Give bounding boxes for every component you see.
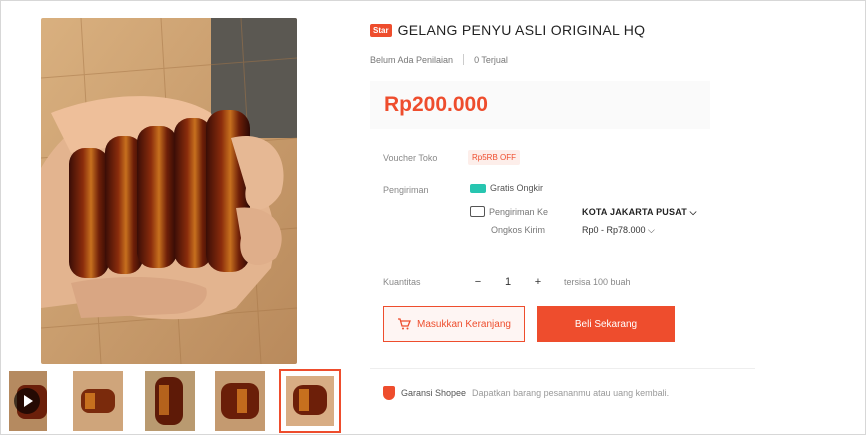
ship-to-label: Pengiriman Ke bbox=[489, 206, 549, 217]
quantity-stepper: − 1 + bbox=[463, 269, 553, 295]
thumbnail-strip bbox=[9, 369, 349, 433]
thumbnail-4[interactable] bbox=[215, 371, 265, 431]
price-box: Rp200.000 bbox=[370, 81, 710, 129]
quantity-decrease-button[interactable]: − bbox=[463, 269, 493, 295]
bracelet-photo bbox=[41, 18, 297, 364]
shield-icon bbox=[383, 386, 395, 400]
ship-to-row: Pengiriman Ke bbox=[470, 206, 548, 217]
guarantee-title: Garansi Shopee bbox=[401, 388, 467, 398]
play-icon bbox=[14, 388, 40, 414]
voucher-tag[interactable]: Rp5RB OFF bbox=[468, 150, 521, 165]
shipping-cost-dropdown[interactable]: Rp0 - Rp78.000 ⌵ bbox=[582, 225, 655, 236]
ship-to-city-dropdown[interactable]: KOTA JAKARTA PUSAT ⌵ bbox=[582, 207, 697, 218]
product-page: Star GELANG PENYU ASLI ORIGINAL HQ Belum… bbox=[0, 0, 866, 435]
buy-now-label: Beli Sekarang bbox=[574, 318, 638, 330]
quantity-input[interactable]: 1 bbox=[493, 269, 523, 295]
truck-icon bbox=[470, 206, 485, 217]
quantity-increase-button[interactable]: + bbox=[523, 269, 553, 295]
meta-divider bbox=[463, 54, 465, 65]
free-shipping-icon bbox=[470, 183, 486, 193]
stock-text: tersisa 100 buah bbox=[564, 277, 631, 287]
shopee-guarantee[interactable]: Garansi Shopee Dapatkan barang pesananmu… bbox=[383, 386, 669, 400]
thumbnail-3[interactable] bbox=[145, 371, 195, 431]
free-shipping: Gratis Ongkir bbox=[470, 183, 543, 193]
shipping-cost-label: Ongkos Kirim bbox=[491, 225, 546, 235]
divider bbox=[370, 368, 755, 369]
main-product-image[interactable] bbox=[41, 18, 297, 364]
rating-text[interactable]: Belum Ada Penilaian bbox=[370, 55, 453, 65]
product-title: GELANG PENYU ASLI ORIGINAL HQ bbox=[397, 22, 646, 38]
thumbnail-video[interactable] bbox=[9, 371, 47, 431]
thumbnail-2[interactable] bbox=[73, 371, 123, 431]
add-to-cart-button[interactable]: Masukkan Keranjang bbox=[383, 306, 525, 342]
product-meta: Belum Ada Penilaian 0 Terjual bbox=[370, 54, 508, 65]
guarantee-description: Dapatkan barang pesananmu atau uang kemb… bbox=[472, 388, 670, 398]
free-shipping-text: Gratis Ongkir bbox=[490, 183, 544, 193]
star-seller-badge: Star bbox=[370, 23, 392, 37]
shipping-label: Pengiriman bbox=[383, 185, 429, 195]
thumbnail-5-selected[interactable] bbox=[279, 369, 341, 433]
title-row: Star GELANG PENYU ASLI ORIGINAL HQ bbox=[370, 22, 645, 38]
product-price: Rp200.000 bbox=[384, 93, 488, 116]
quantity-label: Kuantitas bbox=[383, 277, 421, 287]
cart-icon bbox=[398, 318, 411, 330]
sold-count: 0 Terjual bbox=[474, 54, 508, 65]
buy-now-button[interactable]: Beli Sekarang bbox=[537, 306, 675, 342]
add-to-cart-label: Masukkan Keranjang bbox=[417, 318, 511, 330]
voucher-label: Voucher Toko bbox=[383, 153, 438, 163]
